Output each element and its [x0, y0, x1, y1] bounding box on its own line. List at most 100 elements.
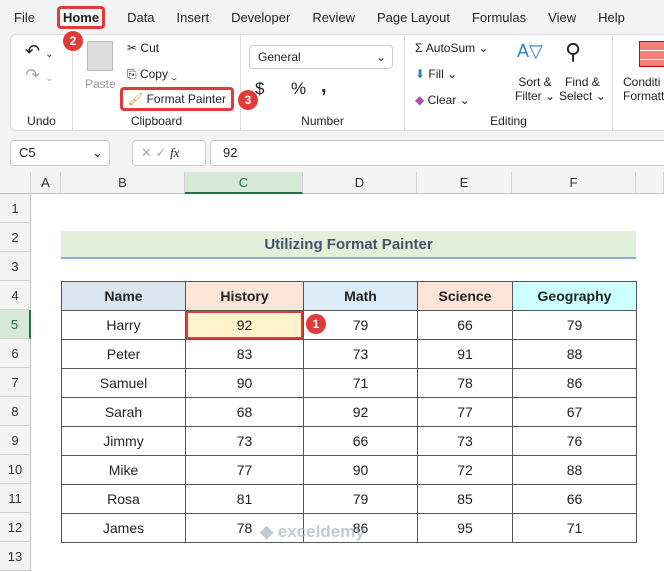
score-cell[interactable]: 73 — [417, 426, 513, 456]
name-box[interactable]: C5 ⌄ — [10, 140, 110, 166]
column-heading-history[interactable]: History — [185, 281, 304, 311]
format-painter-button[interactable]: 🖌 Format Painter — [120, 87, 234, 111]
score-cell[interactable]: 85 — [417, 484, 513, 514]
column-header-a[interactable]: A — [31, 172, 61, 194]
score-cell[interactable]: 78 — [417, 368, 513, 398]
sort-filter-icon: A▽ — [517, 41, 543, 61]
name-cell[interactable]: Peter — [61, 339, 186, 369]
row-header-10[interactable]: 10 — [0, 455, 31, 484]
percent-button[interactable]: % — [291, 79, 306, 99]
column-heading-science[interactable]: Science — [417, 281, 513, 311]
score-cell[interactable]: 66 — [417, 310, 513, 340]
row-header-2[interactable]: 2 — [0, 223, 31, 252]
undo-icon[interactable]: ↶ ⌄ — [25, 41, 53, 62]
score-cell[interactable]: 90 — [185, 368, 304, 398]
score-cell[interactable]: 90 — [303, 455, 418, 485]
row-header-3[interactable]: 3 — [0, 252, 31, 281]
menu-tab-developer[interactable]: Developer — [231, 10, 290, 25]
row-header-5[interactable]: 5 — [0, 310, 31, 339]
sigma-icon: Σ — [415, 41, 423, 55]
number-format-dropdown[interactable]: General ⌄ — [249, 45, 393, 69]
name-cell[interactable]: Rosa — [61, 484, 186, 514]
menu-tab-insert[interactable]: Insert — [177, 10, 210, 25]
name-cell[interactable]: James — [61, 513, 186, 543]
cut-button[interactable]: ✂ Cut — [127, 41, 159, 55]
score-cell[interactable]: 71 — [303, 368, 418, 398]
clear-button[interactable]: ◆ Clear ⌄ — [415, 93, 470, 107]
format-painter-label: Format Painter — [146, 92, 226, 106]
score-cell[interactable]: 73 — [185, 426, 304, 456]
formula-input[interactable]: 92 — [210, 140, 664, 166]
score-cell[interactable]: 71 — [512, 513, 637, 543]
score-cell[interactable]: 91 — [417, 339, 513, 369]
score-cell[interactable]: 72 — [417, 455, 513, 485]
column-heading-math[interactable]: Math — [303, 281, 418, 311]
score-cell[interactable]: 66 — [512, 484, 637, 514]
row-header-8[interactable]: 8 — [0, 397, 31, 426]
enter-icon[interactable]: ✓ — [156, 145, 167, 160]
column-header-c[interactable]: C — [185, 172, 303, 194]
menu-tab-formulas[interactable]: Formulas — [472, 10, 526, 25]
score-cell[interactable]: 86 — [512, 368, 637, 398]
autosum-button[interactable]: Σ AutoSum ⌄ — [415, 41, 489, 55]
paste-icon[interactable] — [87, 41, 113, 71]
fx-icon[interactable]: fx — [170, 145, 179, 160]
score-cell[interactable]: 83 — [185, 339, 304, 369]
comma-button[interactable]: , — [321, 75, 327, 98]
column-header-b[interactable]: B — [61, 172, 185, 194]
score-cell[interactable]: 76 — [512, 426, 637, 456]
row-header-4[interactable]: 4 — [0, 281, 31, 310]
menu-tab-file[interactable]: File — [14, 10, 35, 25]
eraser-icon: ◆ — [415, 93, 425, 107]
row-header-7[interactable]: 7 — [0, 368, 31, 397]
score-cell[interactable]: 92 — [303, 397, 418, 427]
score-cell[interactable]: 68 — [185, 397, 304, 427]
score-cell[interactable]: 77 — [417, 397, 513, 427]
menu-tab-home[interactable]: Home — [56, 5, 106, 29]
score-cell[interactable]: 88 — [512, 339, 637, 369]
copy-icon: ⎘ — [127, 67, 137, 81]
copy-button[interactable]: ⎘ Copy ⌄ — [127, 67, 177, 82]
column-heading-geography[interactable]: Geography — [512, 281, 637, 311]
row-header-6[interactable]: 6 — [0, 339, 31, 368]
cancel-icon[interactable]: ✕ — [141, 145, 152, 160]
row-header-13[interactable]: 13 — [0, 542, 31, 571]
menu-tab-page-layout[interactable]: Page Layout — [377, 10, 450, 25]
paste-button[interactable]: Paste — [85, 77, 116, 91]
name-cell[interactable]: Jimmy — [61, 426, 186, 456]
row-header-12[interactable]: 12 — [0, 513, 31, 542]
name-cell[interactable]: Samuel — [61, 368, 186, 398]
row-header-1[interactable]: 1 — [0, 194, 31, 223]
menu-tab-data[interactable]: Data — [127, 10, 154, 25]
menu-tab-help[interactable]: Help — [598, 10, 625, 25]
column-heading-name[interactable]: Name — [61, 281, 186, 311]
score-cell[interactable]: 95 — [417, 513, 513, 543]
column-header-f[interactable]: F — [512, 172, 636, 194]
score-cell[interactable]: 81 — [185, 484, 304, 514]
fill-button[interactable]: ⬇ Fill ⌄ — [415, 67, 457, 81]
redo-icon[interactable]: ↷ ⌄ — [25, 65, 53, 86]
score-cell[interactable]: 77 — [185, 455, 304, 485]
number-group: General ⌄ $ % , Number — [241, 35, 405, 131]
menu-tab-review[interactable]: Review — [312, 10, 355, 25]
conditional-formatting-button[interactable]: Conditi Formatti — [623, 75, 664, 103]
score-cell[interactable]: 92 — [185, 310, 304, 340]
column-header-d[interactable]: D — [303, 172, 417, 194]
score-cell[interactable]: 67 — [512, 397, 637, 427]
column-header-e[interactable]: E — [417, 172, 512, 194]
select-all[interactable] — [0, 172, 31, 194]
score-cell[interactable]: 88 — [512, 455, 637, 485]
menu-tab-view[interactable]: View — [548, 10, 576, 25]
score-cell[interactable]: 73 — [303, 339, 418, 369]
name-cell[interactable]: Mike — [61, 455, 186, 485]
score-cell[interactable]: 79 — [512, 310, 637, 340]
score-cell[interactable]: 66 — [303, 426, 418, 456]
find-select-button[interactable]: Find & Select ⌄ — [559, 75, 606, 103]
row-header-9[interactable]: 9 — [0, 426, 31, 455]
row-header-11[interactable]: 11 — [0, 484, 31, 513]
editing-group-label: Editing — [490, 114, 527, 128]
score-cell[interactable]: 79 — [303, 484, 418, 514]
name-cell[interactable]: Harry — [61, 310, 186, 340]
sort-filter-button[interactable]: Sort & Filter ⌄ — [515, 75, 555, 103]
name-cell[interactable]: Sarah — [61, 397, 186, 427]
